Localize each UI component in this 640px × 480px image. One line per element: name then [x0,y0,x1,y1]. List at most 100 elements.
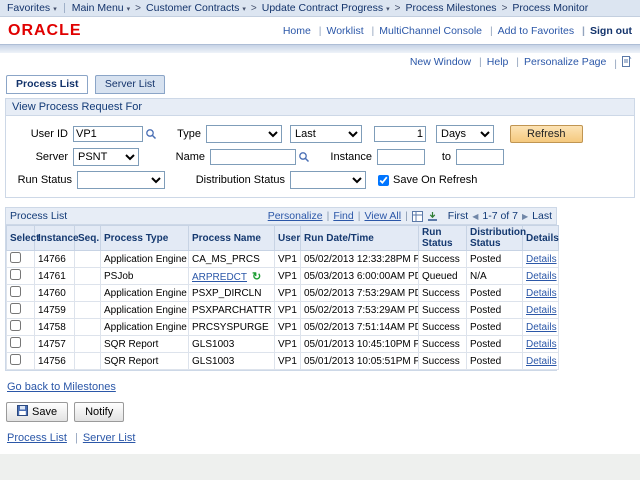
breadcrumb-process-monitor[interactable]: Process Monitor [512,2,588,14]
row-select-checkbox[interactable] [10,286,21,297]
notify-button[interactable]: Notify [74,402,124,422]
tab-process-list[interactable]: Process List [6,75,88,94]
run-status-cell: Success [419,285,467,302]
signout-link[interactable]: Sign out [577,25,632,37]
last-count-input[interactable] [374,126,426,142]
instance-cell: 14758 [35,319,75,336]
name-input[interactable] [210,149,296,165]
separator: | [327,210,330,222]
days-select[interactable]: Days [436,125,494,143]
grid-titlebar: Process List Personalize| Find| View All… [6,208,556,225]
details-link[interactable]: Details [526,254,557,265]
view-all-link[interactable]: View All [364,210,401,222]
nav-first[interactable]: First [448,210,468,222]
separator: | [405,210,408,222]
new-window-link[interactable]: New Window [410,56,471,68]
col-header-run-status: Run Status [419,226,467,251]
details-link[interactable]: Details [526,322,557,333]
table-row: 14766 Application Engine CA_MS_PRCS VP1 … [7,251,559,268]
details-link[interactable]: Details [526,288,557,299]
col-header-distribution-status: Distribution Status [467,226,523,251]
row-select-checkbox[interactable] [10,303,21,314]
grid-toolbar: Personalize| Find| View All| First ◀ 1-7… [268,210,552,222]
run-datetime-cell: 05/02/2013 12:33:28PM PDT [301,251,419,268]
help-link[interactable]: Help [474,56,508,68]
col-header-process-name: Process Name [189,226,275,251]
find-link[interactable]: Find [333,210,353,222]
row-select-checkbox[interactable] [10,320,21,331]
user-cell: VP1 [275,319,301,336]
instance-cell: 14759 [35,302,75,319]
details-link[interactable]: Details [526,271,557,282]
go-back-link[interactable]: Go back to Milestones [7,381,116,393]
header-links: Home Worklist MultiChannel Console Add t… [283,25,632,37]
user-id-lookup-icon[interactable] [145,128,157,140]
bottom-link-server-list[interactable]: Server List [70,432,135,444]
worklist-link[interactable]: Worklist [314,25,364,37]
table-row: 14760 Application Engine PSXP_DIRCLN VP1… [7,285,559,302]
details-link[interactable]: Details [526,356,557,367]
details-link[interactable]: Details [526,339,557,350]
table-row: 14759 Application Engine PSXPARCHATTR VP… [7,302,559,319]
col-header-details: Details [523,226,559,251]
dropdown-arrow-icon: ▾ [53,6,57,13]
breadcrumb-customer-contracts[interactable]: Customer Contracts▾ [146,2,246,14]
breadcrumb-divider [64,3,65,13]
seq-cell [75,268,101,285]
home-link[interactable]: Home [283,25,311,37]
breadcrumb: Favorites▾ Main Menu▾ > Customer Contrac… [0,0,640,17]
run-status-cell: Success [419,353,467,370]
type-select[interactable] [206,125,282,143]
breadcrumb-favorites[interactable]: Favorites▾ [7,2,57,14]
download-icon[interactable] [427,211,438,222]
table-header-row: Select Instance Seq. Process Type Proces… [7,226,559,251]
name-lookup-icon[interactable] [298,151,310,163]
last-select[interactable]: Last [290,125,362,143]
seq-cell [75,302,101,319]
run-status-cell: Queued [419,268,467,285]
user-id-input[interactable] [73,126,143,142]
breadcrumb-update-contract-progress[interactable]: Update Contract Progress▾ [262,2,390,14]
row-select-checkbox[interactable] [10,269,21,280]
grid-zoom-icon[interactable] [412,211,423,222]
save-button[interactable]: Save [6,402,68,422]
grid-title: Process List [10,210,67,222]
run-status-select[interactable] [77,171,165,189]
details-link[interactable]: Details [526,305,557,316]
instance-from-input[interactable] [377,149,425,165]
button-row: Save Notify [6,402,634,422]
save-on-refresh-label: Save On Refresh [393,174,477,186]
distribution-status-select[interactable] [290,171,366,189]
nav-last[interactable]: Last [532,210,552,222]
table-row: 14758 Application Engine PRCSYSPURGE VP1… [7,319,559,336]
breadcrumb-process-milestones[interactable]: Process Milestones [406,2,497,14]
nav-prev-icon[interactable]: ◀ [472,212,478,221]
user-cell: VP1 [275,302,301,319]
dist-status-cell: Posted [467,336,523,353]
process-name-cell: GLS1003 [189,353,275,370]
tab-server-list[interactable]: Server List [95,75,165,94]
personalize-page-link[interactable]: Personalize Page [511,56,606,68]
col-header-run-datetime: Run Date/Time [301,226,419,251]
row-select-checkbox[interactable] [10,252,21,263]
breadcrumb-main-menu[interactable]: Main Menu▾ [72,2,130,14]
copy-url-icon[interactable] [609,56,632,70]
process-type-cell: Application Engine [101,251,189,268]
server-select[interactable]: PSNT [73,148,139,166]
seq-cell [75,319,101,336]
bottom-link-process-list[interactable]: Process List [7,432,67,444]
multichannel-console-link[interactable]: MultiChannel Console [367,25,482,37]
personalize-link[interactable]: Personalize [268,210,323,222]
save-on-refresh-checkbox[interactable] [378,175,389,186]
instance-to-input[interactable] [456,149,504,165]
col-header-instance: Instance [35,226,75,251]
tab-bar: Process List Server List [6,74,640,94]
process-name-link[interactable]: ARPREDCT [192,272,247,283]
refresh-button[interactable]: Refresh [510,125,583,143]
server-label: Server [10,151,68,163]
row-select-checkbox[interactable] [10,337,21,348]
nav-next-icon[interactable]: ▶ [522,212,528,221]
add-to-favorites-link[interactable]: Add to Favorites [485,25,574,37]
job-refresh-icon[interactable]: ↻ [252,271,261,283]
row-select-checkbox[interactable] [10,354,21,365]
